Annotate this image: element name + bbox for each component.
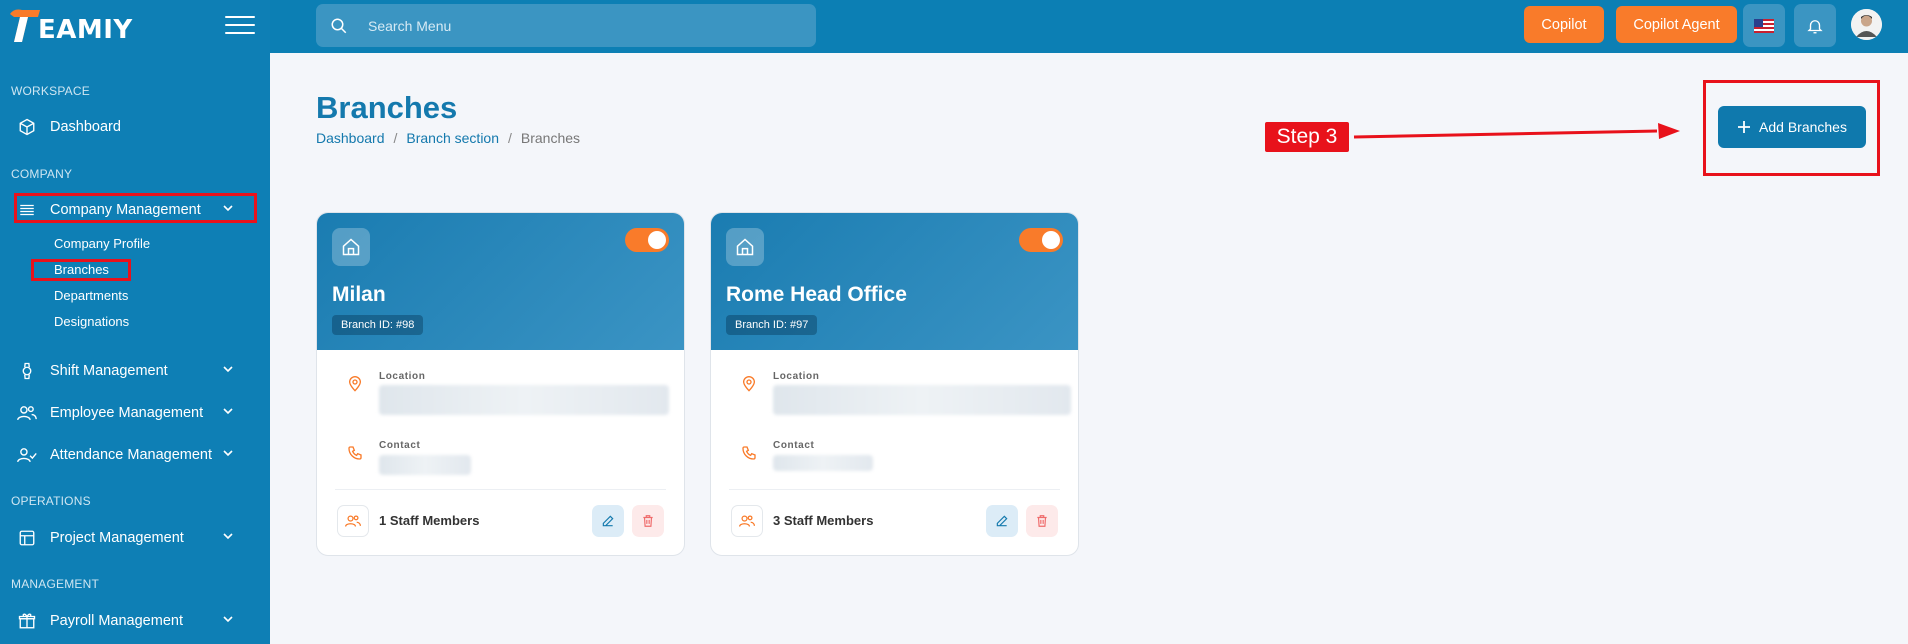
annotation-highlight-company-management <box>14 193 257 223</box>
contact-label: Contact <box>773 440 815 451</box>
edit-button[interactable] <box>986 505 1018 537</box>
sidebar-subitem-company-profile[interactable]: Company Profile <box>54 236 150 251</box>
sidebar-item-label: Payroll Management <box>50 613 183 629</box>
location-value-redacted <box>773 385 1071 415</box>
trash-icon <box>643 515 653 527</box>
chevron-down-icon <box>223 408 233 415</box>
sidebar-item-project-management[interactable]: Project Management <box>16 523 256 553</box>
watch-icon <box>16 360 38 382</box>
card-header: Milan Branch ID: #98 <box>317 213 684 350</box>
copilot-agent-button[interactable]: Copilot Agent <box>1616 6 1737 43</box>
breadcrumb-separator: / <box>393 130 398 146</box>
sidebar-item-label: Employee Management <box>50 405 204 421</box>
active-toggle[interactable] <box>625 228 669 252</box>
language-button[interactable] <box>1743 4 1785 47</box>
gift-icon <box>16 610 38 632</box>
us-flag-icon <box>1754 18 1774 33</box>
users-icon <box>16 402 38 424</box>
sidebar-item-dashboard[interactable]: Dashboard <box>16 112 256 142</box>
sidebar: EAMIY WORKSPACE Dashboard COMPANY Compan… <box>0 0 270 644</box>
sidebar-item-label: Project Management <box>50 530 184 546</box>
sidebar-item-attendance-management[interactable]: Attendance Management <box>16 440 256 470</box>
menu-toggle-icon[interactable] <box>225 16 255 34</box>
breadcrumb-current: Branches <box>520 130 581 146</box>
staff-users-icon <box>731 505 763 537</box>
avatar[interactable] <box>1851 9 1882 40</box>
section-label-management: MANAGEMENT <box>11 577 100 591</box>
annotation-step-label: Step 3 <box>1265 122 1349 152</box>
phone-icon <box>742 446 756 460</box>
search-icon <box>331 18 347 33</box>
section-label-operations: OPERATIONS <box>11 494 91 508</box>
chevron-down-icon <box>223 450 233 457</box>
card-divider <box>335 489 666 490</box>
branch-id-badge: Branch ID: #97 <box>726 315 818 335</box>
location-label: Location <box>773 371 820 382</box>
bell-icon <box>1807 19 1823 33</box>
location-label: Location <box>379 371 426 382</box>
logo-text: EAMIY <box>38 15 133 45</box>
pencil-icon <box>602 515 614 527</box>
chevron-down-icon <box>223 616 233 623</box>
cube-icon <box>16 116 38 138</box>
section-label-workspace: WORKSPACE <box>11 84 90 98</box>
breadcrumb-branch-section[interactable]: Branch section <box>406 130 499 146</box>
home-icon <box>726 228 764 266</box>
user-avatar-icon <box>1851 9 1882 40</box>
pencil-icon <box>996 515 1008 527</box>
chevron-down-icon <box>223 533 233 540</box>
delete-button[interactable] <box>1026 505 1058 537</box>
card-header: Rome Head Office Branch ID: #97 <box>711 213 1078 350</box>
delete-button[interactable] <box>632 505 664 537</box>
logo-t-icon <box>10 9 40 42</box>
staff-count: 3 Staff Members <box>773 513 874 528</box>
branch-name: Milan <box>332 283 386 306</box>
contact-value-redacted <box>773 455 873 471</box>
location-pin-icon <box>348 376 362 392</box>
contact-label: Contact <box>379 440 421 451</box>
chevron-down-icon <box>223 366 233 373</box>
active-toggle[interactable] <box>1019 228 1063 252</box>
breadcrumb-dashboard[interactable]: Dashboard <box>316 130 385 146</box>
trash-icon <box>1037 515 1047 527</box>
sidebar-subitem-departments[interactable]: Departments <box>54 288 128 303</box>
section-label-company: COMPANY <box>11 167 73 181</box>
staff-users-icon <box>337 505 369 537</box>
sidebar-item-shift-management[interactable]: Shift Management <box>16 356 256 386</box>
home-icon <box>332 228 370 266</box>
location-pin-icon <box>742 376 756 392</box>
branch-card: Milan Branch ID: #98 Location Contact 1 … <box>316 212 685 556</box>
search-input[interactable] <box>368 17 768 34</box>
branch-id-badge: Branch ID: #98 <box>332 315 424 335</box>
location-value-redacted <box>379 385 669 415</box>
sidebar-item-label: Shift Management <box>50 363 168 379</box>
edit-button[interactable] <box>592 505 624 537</box>
sidebar-item-label: Attendance Management <box>50 447 213 463</box>
phone-icon <box>348 446 362 460</box>
logo[interactable]: EAMIY <box>8 6 133 46</box>
topbar: Copilot Copilot Agent <box>270 0 1908 53</box>
sidebar-item-payroll-management[interactable]: Payroll Management <box>16 606 256 636</box>
breadcrumb-separator: / <box>508 130 512 146</box>
layout-icon <box>16 527 38 549</box>
page-title: Branches <box>316 90 458 125</box>
card-divider <box>729 489 1060 490</box>
branch-name: Rome Head Office <box>726 283 907 306</box>
sidebar-item-employee-management[interactable]: Employee Management <box>16 398 256 428</box>
notification-button[interactable] <box>1794 4 1836 47</box>
breadcrumb: Dashboard / Branch section / Branches <box>316 130 580 146</box>
sidebar-item-label: Dashboard <box>50 119 121 135</box>
annotation-highlight-add-button <box>1703 80 1880 176</box>
user-check-icon <box>16 444 38 466</box>
branch-card: Rome Head Office Branch ID: #97 Location… <box>710 212 1079 556</box>
search-bar[interactable] <box>316 4 816 47</box>
contact-value-redacted <box>379 455 471 475</box>
sidebar-subitem-designations[interactable]: Designations <box>54 314 129 329</box>
annotation-arrow <box>1353 123 1680 139</box>
staff-count: 1 Staff Members <box>379 513 480 528</box>
annotation-highlight-branches <box>31 259 131 281</box>
copilot-button[interactable]: Copilot <box>1524 6 1604 43</box>
